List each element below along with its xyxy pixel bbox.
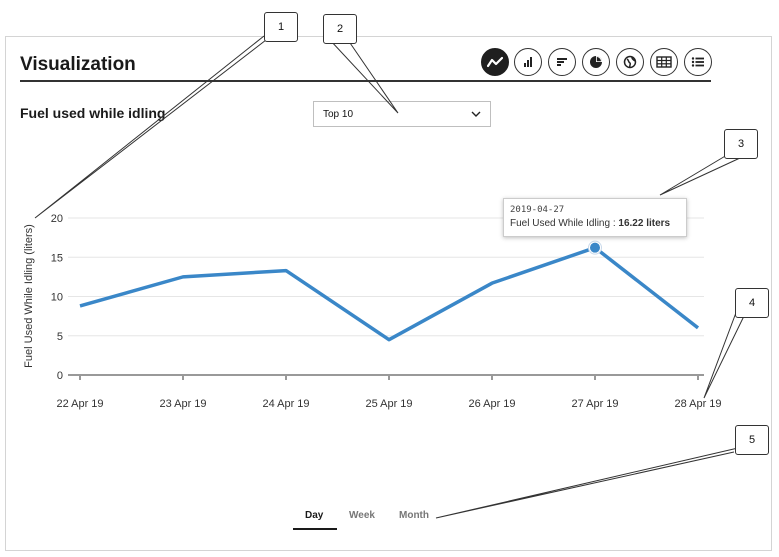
period-month-tab[interactable]: Month bbox=[399, 510, 429, 521]
x-tick-label: 25 Apr 19 bbox=[365, 398, 412, 410]
x-tick-label: 24 Apr 19 bbox=[262, 398, 309, 410]
line-chart: 0 5 10 15 20 22 Apr 19 23 Apr 19 24 Apr 19 25 Ap… bbox=[51, 213, 722, 410]
data-tooltip: 2019-04-27 Fuel Used While Idling : 16.2… bbox=[503, 198, 687, 237]
callout-1: 1 bbox=[264, 12, 298, 42]
x-tick-label: 22 Apr 19 bbox=[56, 398, 103, 410]
y-tick-label: 5 bbox=[57, 331, 63, 343]
callout-2: 2 bbox=[323, 14, 357, 44]
period-week-tab[interactable]: Week bbox=[349, 510, 375, 521]
tooltip-label: Fuel Used While Idling : bbox=[510, 218, 619, 229]
y-tick-label: 10 bbox=[51, 292, 63, 304]
series-line bbox=[79, 245, 700, 342]
x-tick-label: 27 Apr 19 bbox=[571, 398, 618, 410]
x-tick-label: 26 Apr 19 bbox=[468, 398, 515, 410]
highlight-point bbox=[590, 242, 600, 253]
callout-3: 3 bbox=[724, 129, 758, 159]
y-tick-label: 15 bbox=[51, 252, 63, 264]
active-period-indicator bbox=[293, 528, 337, 530]
tooltip-value: 16.22 liters bbox=[618, 218, 671, 229]
x-tick-label: 23 Apr 19 bbox=[159, 398, 206, 410]
callout-4: 4 bbox=[735, 288, 769, 318]
x-tick-label: 28 Apr 19 bbox=[674, 398, 721, 410]
period-day-tab[interactable]: Day bbox=[305, 510, 323, 521]
callout-5: 5 bbox=[735, 425, 769, 455]
y-tick-label: 0 bbox=[57, 370, 63, 382]
y-tick-label: 20 bbox=[51, 213, 63, 225]
tooltip-date: 2019-04-27 bbox=[510, 205, 565, 215]
